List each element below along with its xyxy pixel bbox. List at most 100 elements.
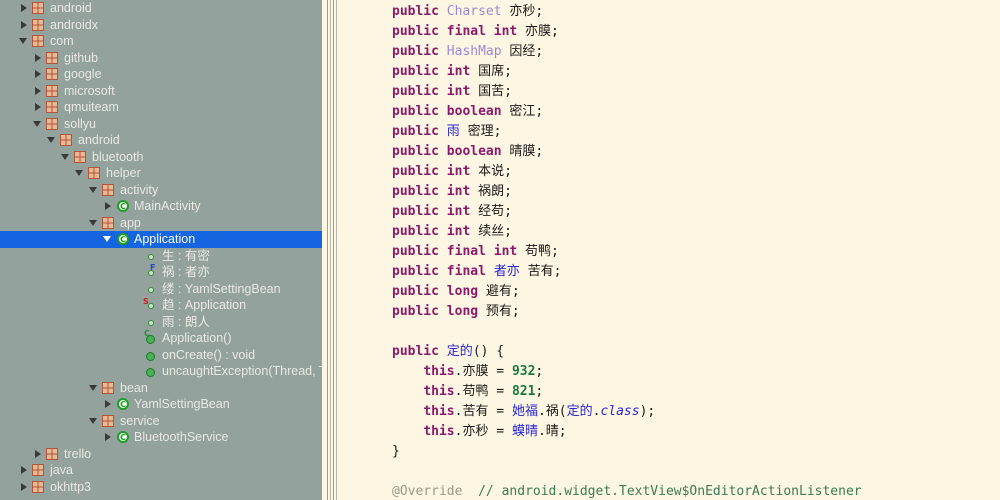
code-line: public int 经苟; xyxy=(340,202,1000,222)
tree-row-google[interactable]: google xyxy=(0,66,322,83)
code-line: this.苦有 = 她福.祸(定的.class); xyxy=(340,402,1000,422)
tree-row-[interactable]: F 祸 : 者亦 xyxy=(0,264,322,281)
package-icon xyxy=(45,66,61,82)
tree-row-androidx[interactable]: androidx xyxy=(0,17,322,34)
tree-row-application[interactable]: S 趋 : Application xyxy=(0,297,322,314)
package-icon xyxy=(101,380,117,396)
code-token: ; xyxy=(535,384,544,399)
tree-row-github[interactable]: github xyxy=(0,50,322,67)
tree-row-yamlsettingbean[interactable]: YamlSettingBean xyxy=(0,396,322,413)
chevron-right-icon[interactable] xyxy=(32,446,45,462)
code-token: 祸朗; xyxy=(470,184,512,199)
package-icon xyxy=(45,50,61,66)
tree-node-label: activity xyxy=(120,182,159,197)
tree-row-mainactivity[interactable]: MainActivity xyxy=(0,198,322,215)
chevron-right-icon[interactable] xyxy=(32,99,45,115)
tree-row-activity[interactable]: activity xyxy=(0,182,322,199)
chevron-right-icon[interactable] xyxy=(18,17,31,33)
code-line: } xyxy=(340,442,1000,462)
chevron-down-icon[interactable] xyxy=(88,215,101,231)
tree-row-yamlsettingbean[interactable]: 缕 : YamlSettingBean xyxy=(0,281,322,298)
tree-node-label: service xyxy=(120,413,160,428)
chevron-right-icon[interactable] xyxy=(32,83,45,99)
panel-splitter[interactable] xyxy=(322,0,340,500)
package-icon xyxy=(31,0,47,16)
tree-row-app[interactable]: app xyxy=(0,215,322,232)
chevron-down-icon[interactable] xyxy=(102,231,115,247)
chevron-right-icon[interactable] xyxy=(32,50,45,66)
code-token: public xyxy=(392,4,439,19)
chevron-right-icon[interactable] xyxy=(18,479,31,495)
tree-row-android[interactable]: android xyxy=(0,132,322,149)
tree-row-application[interactable]: Application xyxy=(0,231,322,248)
code-token: public int xyxy=(392,184,471,199)
tree-row-qmuiteam[interactable]: qmuiteam xyxy=(0,99,322,116)
chevron-right-icon[interactable] xyxy=(102,396,115,412)
chevron-right-icon[interactable] xyxy=(102,429,115,445)
tree-row-[interactable]: 生 : 有密 xyxy=(0,248,322,265)
chevron-right-icon[interactable] xyxy=(32,66,45,82)
tree-row-java[interactable]: java xyxy=(0,462,322,479)
code-token: public xyxy=(392,44,439,59)
field-icon xyxy=(143,248,159,264)
code-editor-area[interactable]: public Charset 亦秒; public final int 亦膜; pu… xyxy=(340,0,1000,500)
chevron-right-icon[interactable] xyxy=(102,198,115,214)
tree-row-bluetoothservice[interactable]: BluetoothService xyxy=(0,429,322,446)
constructor-badge-icon: C xyxy=(144,330,150,339)
tree-node-label: MainActivity xyxy=(134,199,201,213)
tree-node-label: Application xyxy=(134,232,196,246)
tree-row-bean[interactable]: bean xyxy=(0,380,322,397)
project-tree-panel[interactable]: android androidx com github google microsoft q… xyxy=(0,0,322,500)
code-token: .晴; xyxy=(537,424,567,439)
tree-row-com[interactable]: com xyxy=(0,33,322,50)
tree-node-label: google xyxy=(64,67,102,81)
code-token: 定的 xyxy=(566,404,593,419)
chevron-down-icon[interactable] xyxy=(60,149,73,165)
chevron-down-icon[interactable] xyxy=(46,132,59,148)
tree-row-bluetooth[interactable]: bluetooth xyxy=(0,149,322,166)
tree-node-label: trello xyxy=(64,446,92,461)
chevron-down-icon[interactable] xyxy=(88,380,101,396)
chevron-down-icon[interactable] xyxy=(88,413,101,429)
tree-row-helper[interactable]: helper xyxy=(0,165,322,182)
code-token: 密理; xyxy=(459,124,502,139)
chevron-down-icon[interactable] xyxy=(74,165,87,181)
tree-row-application[interactable]: C Application() xyxy=(0,330,322,347)
field-final-icon: F xyxy=(143,264,159,280)
package-icon xyxy=(101,182,117,198)
tree-row-[interactable]: 雨 : 朗人 xyxy=(0,314,322,331)
chevron-right-icon[interactable] xyxy=(18,0,31,16)
code-token: 晴膜; xyxy=(501,144,544,159)
tree-row-okhttp3[interactable]: okhttp3 xyxy=(0,479,322,496)
tree-row-trello[interactable]: trello xyxy=(0,446,322,463)
chevron-down-icon[interactable] xyxy=(18,33,31,49)
chevron-down-icon[interactable] xyxy=(32,116,45,132)
tree-row-microsoft[interactable]: microsoft xyxy=(0,83,322,100)
tree-node-label: 雨 : 朗人 xyxy=(162,314,210,329)
code-token: 预有; xyxy=(478,304,520,319)
chevron-right-icon[interactable] xyxy=(18,462,31,478)
tree-node-label: 祸 : 者亦 xyxy=(162,265,210,279)
tree-row-android[interactable]: android xyxy=(0,0,322,17)
chevron-down-icon[interactable] xyxy=(88,182,101,198)
code-line: public HashMap 因经; xyxy=(340,42,1000,62)
tree-node-label: sollyu xyxy=(64,116,96,131)
code-token: 避有; xyxy=(478,284,520,299)
tree-row-oncreate-void[interactable]: onCreate() : void xyxy=(0,347,322,364)
tree-row-sollyu[interactable]: sollyu xyxy=(0,116,322,133)
tree-row-service[interactable]: service xyxy=(0,413,322,430)
code-token: 蟆晴 xyxy=(511,424,538,439)
tree-row-uncaughtexception-thread-thro[interactable]: uncaughtException(Thread, Thro xyxy=(0,363,322,380)
code-token: public int xyxy=(392,204,471,219)
ide-window: android androidx com github google microsoft q… xyxy=(0,0,1000,500)
code-line: public int 国席; xyxy=(340,62,1000,82)
